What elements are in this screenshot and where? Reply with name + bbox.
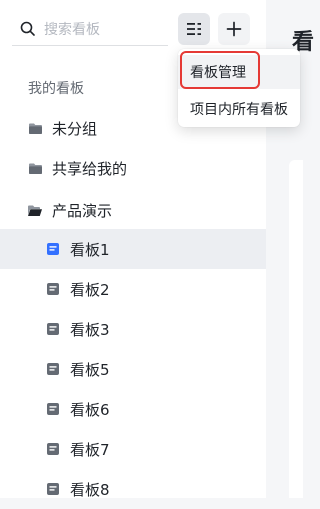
folder-product-demo[interactable]: 产品演示 — [0, 190, 266, 230]
folder-label: 共享给我的 — [52, 159, 128, 178]
board-item[interactable]: 看板7 — [0, 429, 266, 469]
board-item[interactable]: 看板5 — [0, 349, 266, 389]
board-menu-dropdown: 看板管理 项目内所有看板 — [178, 49, 300, 127]
board-item[interactable]: 看板8 — [0, 469, 266, 509]
content-card — [289, 160, 303, 498]
search-icon — [20, 21, 35, 36]
board-icon — [46, 482, 60, 496]
board-label: 看板3 — [70, 320, 110, 339]
board-icon — [46, 402, 60, 416]
board-item-selected[interactable]: 看板1 — [0, 229, 266, 269]
folder-icon — [28, 161, 42, 175]
board-label: 看板7 — [70, 440, 110, 459]
menu-item-board-management[interactable]: 看板管理 — [178, 55, 300, 89]
board-label: 看板5 — [70, 360, 110, 379]
board-icon — [46, 242, 60, 256]
board-label: 看板2 — [70, 280, 110, 299]
board-item[interactable]: 看板2 — [0, 269, 266, 309]
plus-icon — [226, 21, 242, 37]
board-icon — [46, 362, 60, 376]
folder-open-icon — [28, 203, 42, 217]
board-icon — [46, 322, 60, 336]
search-input[interactable]: 搜索看板 — [44, 19, 100, 39]
folder-label: 产品演示 — [52, 201, 113, 220]
board-label: 看板1 — [70, 240, 110, 259]
section-title: 我的看板 — [28, 81, 84, 97]
board-icon — [46, 442, 60, 456]
add-board-button[interactable] — [218, 13, 250, 45]
folder-label: 未分组 — [52, 119, 98, 138]
board-item[interactable]: 看板6 — [0, 389, 266, 429]
board-item[interactable]: 看板3 — [0, 309, 266, 349]
list-settings-icon — [187, 23, 201, 35]
folder-shared-with-me[interactable]: 共享给我的 — [0, 148, 266, 188]
menu-item-all-project-boards[interactable]: 项目内所有看板 — [178, 92, 300, 126]
folder-icon — [28, 121, 42, 135]
board-menu-button[interactable] — [178, 13, 210, 45]
search-bar[interactable]: 搜索看板 — [12, 12, 168, 46]
board-icon — [46, 282, 60, 296]
board-label: 看板6 — [70, 400, 110, 419]
board-label: 看板8 — [70, 480, 110, 499]
